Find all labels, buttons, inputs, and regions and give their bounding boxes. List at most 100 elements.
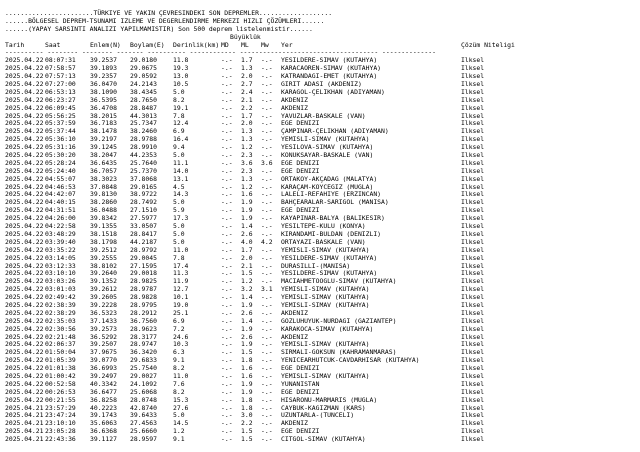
cell-location: YESILDERE-SIMAV (KUTAHYA)	[281, 270, 378, 278]
table-row: 2025.04.22 03:39:40 38.1798 44.2187 5.0 -.- 4.…	[5, 239, 640, 247]
cell-quality: Ilksel	[461, 412, 485, 420]
cell-quality: Ilksel	[461, 428, 485, 436]
cell-location: GOZLUHUYUK-NURDAGI (GAZIANTEP)	[281, 317, 397, 325]
cell-depth: 6.3	[173, 349, 185, 357]
cell-quality: Ilksel	[461, 238, 485, 246]
cell-lat: 39.2497	[90, 372, 117, 380]
cell-lat: 39.2573	[90, 325, 117, 333]
cell-time: 02:49:42	[45, 294, 76, 302]
cell-lon: 38.2460	[130, 128, 157, 136]
cell-lon: 44.3013	[130, 112, 157, 120]
cell-ml: 3.6	[241, 159, 253, 167]
cell-lon: 29.0018	[130, 270, 157, 278]
cell-md: -.-	[221, 175, 233, 183]
table-row: 2025.04.22 03:01:03 39.2612 28.9787 12.7 -.- 3…	[5, 286, 640, 294]
cell-location: EGE DENIZI	[281, 159, 320, 167]
cell-mw: -.-	[261, 57, 273, 65]
cell-date: 2025.04.22	[5, 152, 44, 160]
table-row: 2025.04.22 03:35:22 39.2512 28.9792 11.0 -.- 1…	[5, 247, 640, 255]
cell-md: -.-	[221, 404, 233, 412]
cell-location: GIRIT ADASI (AKDENIZ)	[281, 81, 362, 89]
cell-location: SIRMALI-GOKSUN (KAHRAMANMARAS)	[281, 349, 397, 357]
cell-lat: 37.0848	[90, 183, 117, 191]
cell-depth: 5.0	[173, 223, 185, 231]
cell-ml: 1.3	[241, 175, 253, 183]
cell-date: 2025.04.22	[5, 81, 44, 89]
cell-lon: 25.7347	[130, 120, 157, 128]
cell-lat: 38.3023	[90, 175, 117, 183]
cell-quality: Ilksel	[461, 96, 485, 104]
cell-location: LALELI-REFAHIYE (ERZINCAN)	[281, 191, 382, 199]
table-row: 2025.04.22 00:21:55 36.8258 28.0748 15.3 -.- 1…	[5, 397, 640, 405]
cell-date: 2025.04.22	[5, 167, 44, 175]
cell-depth: 11.9	[173, 278, 189, 286]
cell-location: YUNANISTAN	[281, 380, 320, 388]
cell-quality: Ilksel	[461, 309, 485, 317]
cell-quality: Ilksel	[461, 175, 485, 183]
cell-md: -.-	[221, 128, 233, 136]
cell-md: -.-	[221, 65, 233, 73]
cell-lon: 28.7492	[130, 199, 157, 207]
cell-time: 05:37:44	[45, 128, 76, 136]
cell-mw: -.-	[261, 325, 273, 333]
cell-location: AKDENIZ	[281, 104, 308, 112]
cell-location: KIRANDAMI-BULDAN (DENIZLI)	[281, 230, 382, 238]
cell-md: -.-	[221, 183, 233, 191]
cell-md: -.-	[221, 191, 233, 199]
cell-md: -.-	[221, 412, 233, 420]
cell-location: YEMISLI-SIMAV (KUTAHYA)	[281, 286, 370, 294]
cell-lat: 38.8102	[90, 262, 117, 270]
cell-date: 2025.04.22	[5, 388, 44, 396]
cell-time: 00:21:55	[45, 396, 76, 404]
cell-lon: 28.9792	[130, 246, 157, 254]
cell-lon: 29.6833	[130, 357, 157, 365]
cell-quality: Ilksel	[461, 144, 485, 152]
table-row: 2025.04.22 05:37:44 38.1478 38.2460 6.9 -.- 1.…	[5, 128, 640, 136]
cell-location: YESILDERE-SIMAV (KUTAHYA)	[281, 57, 378, 65]
cell-mw: -.-	[261, 73, 273, 81]
cell-depth: 7.2	[173, 325, 185, 333]
table-row: 2025.04.22 04:26:00 39.8342 27.5977 17.3 -.- 1…	[5, 215, 640, 223]
cell-mw: -.-	[261, 294, 273, 302]
cell-mw: -.-	[261, 246, 273, 254]
cell-md: -.-	[221, 396, 233, 404]
cell-mw: 3.1	[261, 286, 273, 294]
cell-quality: Ilksel	[461, 341, 485, 349]
cell-ml: 1.9	[241, 341, 253, 349]
table-row: 2025.04.22 05:30:20 38.2047 44.2353 5.0 -.- 2.…	[5, 152, 640, 160]
cell-lat: 38.1518	[90, 230, 117, 238]
cell-date: 2025.04.22	[5, 120, 44, 128]
cell-mw: -.-	[261, 104, 273, 112]
cell-ml: 1.5	[241, 428, 253, 436]
table-row: 2025.04.22 01:00:42 39.2497 29.0027 11.0 -.- 1…	[5, 373, 640, 381]
cell-quality: Ilksel	[461, 152, 485, 160]
table-row: 2025.04.22 02:38:39 39.2228 28.9795 19.0 -.- 1…	[5, 302, 640, 310]
table-row: 2025.04.22 05:37:59 36.7183 25.7347 12.4 -.- 2…	[5, 120, 640, 128]
cell-md: -.-	[221, 436, 233, 444]
cell-date: 2025.04.22	[5, 73, 44, 81]
cell-md: -.-	[221, 270, 233, 278]
cell-mw: -.-	[261, 396, 273, 404]
cell-mw: -.-	[261, 81, 273, 89]
cell-mw: 3.6	[261, 159, 273, 167]
cell-mw: -.-	[261, 128, 273, 136]
cell-ml: 1.4	[241, 294, 253, 302]
cell-quality: Ilksel	[461, 159, 485, 167]
cell-mw: -.-	[261, 428, 273, 436]
cell-date: 2025.04.22	[5, 175, 44, 183]
cell-location: YEMISLI-SIMAV (KUTAHYA)	[281, 372, 370, 380]
cell-md: -.-	[221, 88, 233, 96]
cell-md: -.-	[221, 294, 233, 302]
table-row: 2025.04.22 04:42:07 39.8130 38.9722 14.3 -.- 1…	[5, 191, 640, 199]
cell-lat: 39.2612	[90, 286, 117, 294]
table-row: 2025.04.22 07:57:13 39.2357 29.0592 13.0 -.- 2…	[5, 73, 640, 81]
cell-location: EGE DENIZI	[281, 365, 320, 373]
cell-ml: 1.6	[241, 191, 253, 199]
cell-quality: Ilksel	[461, 183, 485, 191]
cell-lon: 44.2187	[130, 238, 157, 246]
cell-quality: Ilksel	[461, 278, 485, 286]
cell-lat: 36.6993	[90, 365, 117, 373]
cell-ml: 1.8	[241, 396, 253, 404]
earthquake-list-page: .......................TÜRKIYE VE YAKIN …	[0, 0, 640, 452]
cell-quality: Ilksel	[461, 294, 485, 302]
